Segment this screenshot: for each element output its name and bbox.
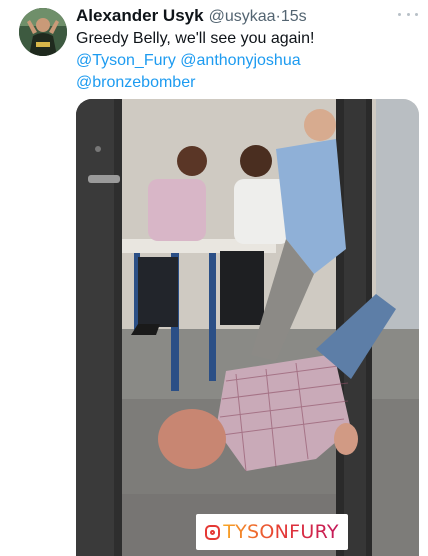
tweet-header: Alexander Usyk @usykaa · 15s <box>76 6 307 28</box>
author-name[interactable]: Alexander Usyk <box>76 6 204 26</box>
more-dots-icon[interactable] <box>398 8 418 20</box>
mentions-line: @Tyson_Fury @anthonyjoshua <box>76 50 416 72</box>
tweet-text-line: Greedy Belly, we'll see you again! <box>76 30 315 47</box>
instagram-icon <box>205 524 221 540</box>
tweet-media-image[interactable]: TYSONFURY <box>76 99 419 556</box>
watermark-text: TYSONFURY <box>223 521 339 543</box>
tweet[interactable]: Alexander Usyk @usykaa · 15s Greedy Bell… <box>0 0 428 556</box>
tweet-text: Greedy Belly, we'll see you again! @Tyso… <box>76 28 416 94</box>
meme-photo <box>76 99 419 556</box>
timestamp[interactable]: 15s <box>281 8 307 26</box>
instagram-watermark: TYSONFURY <box>196 514 348 550</box>
mentions-line-2: @bronzebomber <box>76 72 416 94</box>
avatar[interactable] <box>19 8 67 56</box>
mention-tyson-fury[interactable]: @Tyson_Fury <box>76 52 176 69</box>
mention-anthony-joshua[interactable]: @anthonyjoshua <box>180 52 300 69</box>
mention-bronze-bomber[interactable]: @bronzebomber <box>76 74 195 91</box>
author-handle[interactable]: @usykaa <box>209 8 276 26</box>
